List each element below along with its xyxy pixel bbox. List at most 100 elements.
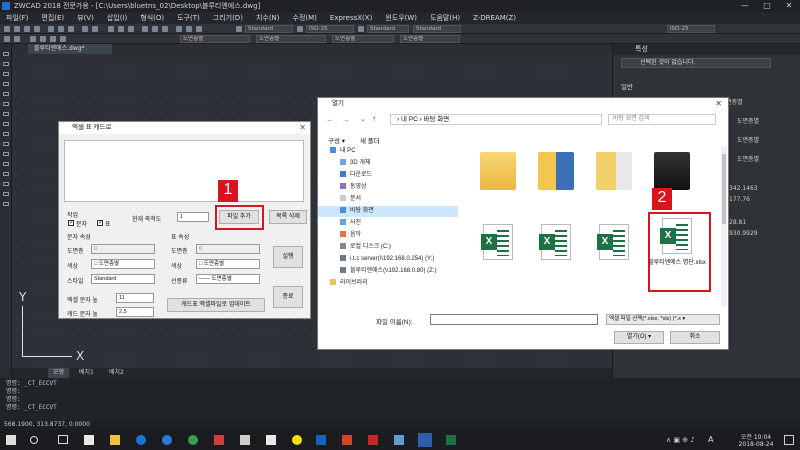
edge-icon[interactable] <box>136 435 146 445</box>
excel-dialog-close-button[interactable]: ✕ <box>299 122 306 134</box>
table-checkbox[interactable]: ✓ <box>97 220 103 226</box>
region-tool-icon[interactable] <box>3 172 9 176</box>
zoom-icon[interactable] <box>118 26 124 32</box>
folder-item[interactable] <box>589 152 639 190</box>
system-tray-icons[interactable]: ∧ ▣ ⊕ ♪ <box>666 436 695 444</box>
circle-tool-icon[interactable] <box>3 72 9 76</box>
vertical-scrollbar[interactable] <box>721 146 727 306</box>
folder-item[interactable] <box>473 152 523 190</box>
nav-item[interactable]: 라이브러리 <box>318 278 458 289</box>
table-tool-icon[interactable] <box>3 192 9 196</box>
cancel-button[interactable]: 취소 <box>670 331 720 344</box>
polyline-tool-icon[interactable] <box>3 62 9 66</box>
address-bar[interactable]: › 내 PC › 바탕 화면 <box>390 114 602 125</box>
table-color-select[interactable]: □ 도면층별 <box>196 259 260 269</box>
layer-combo[interactable]: 도면층별 <box>180 35 250 43</box>
paste-icon[interactable] <box>68 26 74 32</box>
app-icon[interactable] <box>266 435 276 445</box>
point-tool-icon[interactable] <box>3 152 9 156</box>
tab-layout2[interactable]: 배치2 <box>104 368 129 378</box>
spline-tool-icon[interactable] <box>3 162 9 166</box>
scrollbar-thumb[interactable] <box>722 154 726 224</box>
menu-expressx[interactable]: ExpressX(X) <box>330 14 372 22</box>
open-button[interactable]: 열기(O) ▾ <box>614 331 664 344</box>
zoom-window-icon[interactable] <box>128 26 134 32</box>
dim-style-combo[interactable]: ISO-25 <box>306 25 354 33</box>
nav-item[interactable]: 음악 <box>318 230 458 241</box>
table-style-combo[interactable]: Standard <box>367 25 409 33</box>
delete-list-button[interactable]: 목록 삭제 <box>269 210 307 224</box>
clock-time[interactable]: 오전 10:04 <box>736 432 776 441</box>
menu-format[interactable]: 형식(O) <box>140 13 164 23</box>
nav-item[interactable]: 문서 <box>318 194 458 205</box>
organize-button[interactable]: 구성 ▾ <box>328 135 345 145</box>
app-icon[interactable] <box>214 435 224 445</box>
nav-item[interactable]: 블루티엔에스(\\192.168.0.80) (Z:) <box>318 266 458 277</box>
menu-file[interactable]: 파일(F) <box>6 13 28 23</box>
design-center-icon[interactable] <box>152 26 158 32</box>
document-tab[interactable]: 블루티엔에스.dwg* <box>28 44 112 54</box>
calculator-icon[interactable] <box>186 26 192 32</box>
ime-indicator[interactable]: A <box>708 435 713 444</box>
clock-date[interactable]: 2018-08-24 <box>736 441 776 448</box>
cad-height-input[interactable]: 2.5 <box>116 307 154 317</box>
layer-state-icon[interactable] <box>14 36 20 42</box>
selection-combo[interactable]: 선택된 것이 없습니다. <box>621 58 771 68</box>
print-icon[interactable] <box>34 26 40 32</box>
open-dialog-close-button[interactable]: ✕ <box>715 98 722 110</box>
tab-layout1[interactable]: 배치1 <box>74 368 99 378</box>
insert-tool-icon[interactable] <box>3 142 9 146</box>
layer-on-icon[interactable] <box>30 36 36 42</box>
filetype-select[interactable]: 엑셀 파일 선택(*.xlsx, *xls) (*.x ▾ <box>606 314 720 325</box>
chrome-icon[interactable] <box>188 435 198 445</box>
measure-icon[interactable] <box>176 26 182 32</box>
cut-icon[interactable] <box>48 26 54 32</box>
menu-window[interactable]: 윈도우(W) <box>385 13 417 23</box>
copy-icon[interactable] <box>58 26 64 32</box>
exit-button[interactable]: 종료 <box>273 286 303 308</box>
text-style-combo[interactable]: Standard <box>245 25 293 33</box>
hatch-tool-icon[interactable] <box>3 122 9 126</box>
folder-item[interactable] <box>531 152 581 190</box>
line-tool-icon[interactable] <box>3 52 9 56</box>
text-color-select[interactable]: □ 도면층별 <box>91 259 155 269</box>
text-checkbox[interactable]: ✓ <box>68 220 74 226</box>
arc-tool-icon[interactable] <box>3 82 9 86</box>
multileader-style-combo[interactable]: Standard <box>413 25 461 33</box>
general-section[interactable]: 일반 <box>621 81 633 91</box>
menu-help[interactable]: 도움말(H) <box>430 13 460 23</box>
layer-manager-icon[interactable] <box>4 36 10 42</box>
pan-icon[interactable] <box>108 26 114 32</box>
nav-item[interactable]: i.t.c server(\\192.168.0.254) (Y:) <box>318 254 458 265</box>
layer-color-icon[interactable] <box>60 36 66 42</box>
maximize-button[interactable]: □ <box>756 0 778 12</box>
folder-item[interactable] <box>647 152 697 190</box>
zwcad-taskbar-icon[interactable] <box>418 433 432 447</box>
layer-freeze-icon[interactable] <box>40 36 46 42</box>
excel-file-list[interactable] <box>64 140 304 202</box>
close-button[interactable]: ✕ <box>778 0 800 12</box>
polygon-tool-icon[interactable] <box>3 102 9 106</box>
linetype-combo[interactable]: 도면층별 <box>256 35 326 43</box>
new-folder-button[interactable]: 새 폴더 <box>360 135 380 145</box>
search-input[interactable]: 바탕 화면 검색 <box>608 114 716 125</box>
filename-input[interactable] <box>430 314 598 325</box>
outlook-icon[interactable] <box>316 435 326 445</box>
lineweight-combo[interactable]: 도면층별 <box>400 35 460 43</box>
excel-taskbar-icon[interactable] <box>446 435 456 445</box>
recent-chevron-icon[interactable]: ⌄ <box>360 115 366 123</box>
new-file-icon[interactable] <box>4 26 10 32</box>
up-icon[interactable]: ↑ <box>372 114 376 123</box>
ellipse-tool-icon[interactable] <box>3 112 9 116</box>
nav-item[interactable]: 로컬 디스크 (C:) <box>318 242 458 253</box>
menu-insert[interactable]: 삽입(I) <box>107 13 127 23</box>
excel-file-item[interactable]: X <box>589 224 639 260</box>
run-button[interactable]: 실행 <box>273 246 303 268</box>
kakaotalk-icon[interactable] <box>292 435 302 445</box>
menu-tools[interactable]: 도구(T) <box>177 13 200 23</box>
nav-item[interactable]: 다운로드 <box>318 170 458 181</box>
menu-dimension[interactable]: 치수(N) <box>256 13 280 23</box>
file-explorer-icon[interactable] <box>110 435 120 445</box>
prop-lineweight-value[interactable]: 도면층별 <box>737 154 759 163</box>
internet-explorer-icon[interactable] <box>162 435 172 445</box>
